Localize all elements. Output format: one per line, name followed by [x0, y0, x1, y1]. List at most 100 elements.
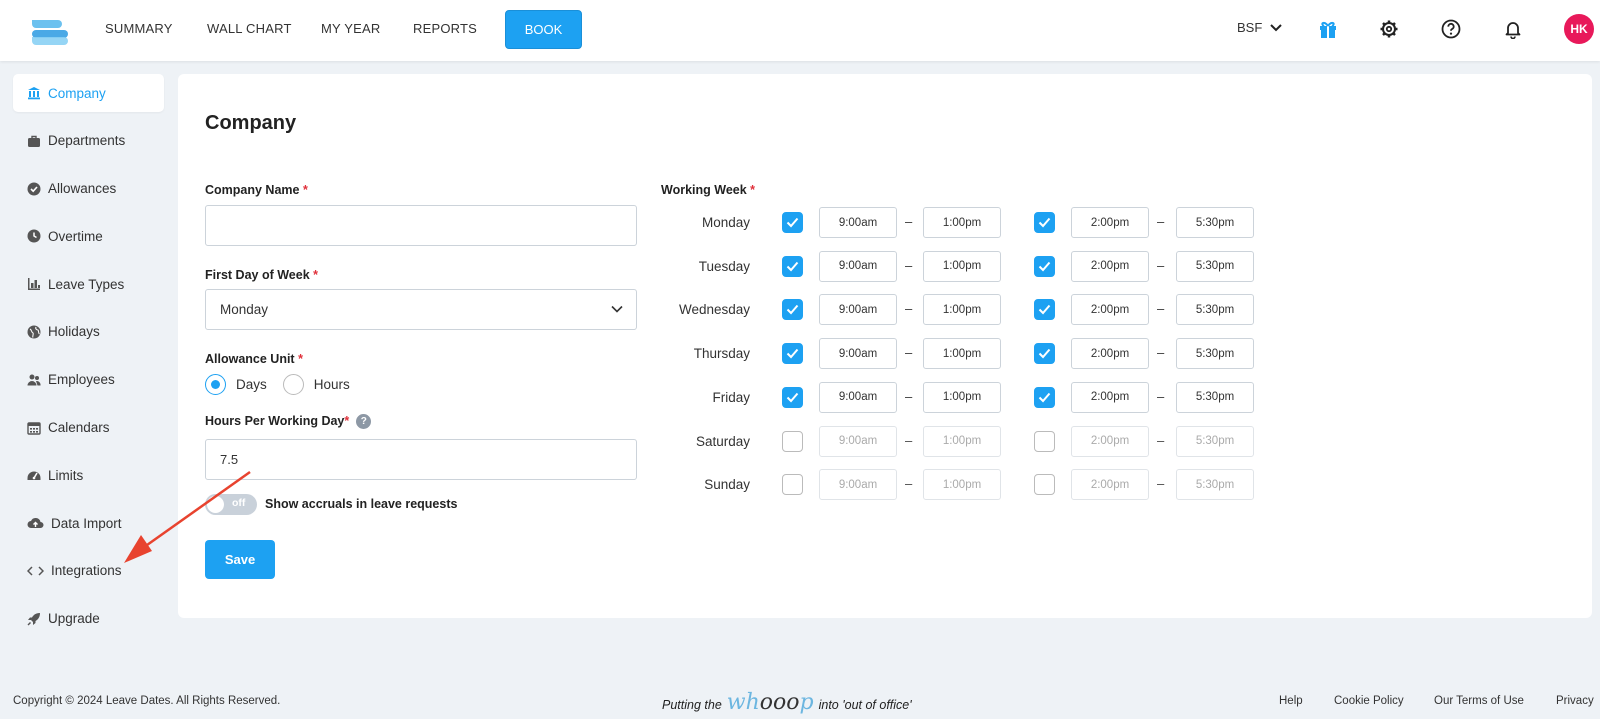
pm-enabled-checkbox[interactable]	[1034, 386, 1055, 408]
nav-wall-chart[interactable]: WALL CHART	[207, 21, 292, 36]
footer-link-privacy[interactable]: Privacy	[1556, 695, 1594, 707]
pm-end-time[interactable]: 5:30pm	[1176, 294, 1254, 326]
am-start-time[interactable]: 9:00am	[819, 250, 897, 282]
pm-enabled-checkbox[interactable]	[1034, 474, 1055, 496]
sidebar-item-calendars[interactable]: Calendars	[13, 409, 164, 447]
am-end-time[interactable]: 1:00pm	[923, 294, 1001, 326]
am-end-time[interactable]: 1:00pm	[923, 338, 1001, 370]
radio-hours[interactable]	[282, 374, 304, 395]
day-name: Wednesday	[678, 302, 750, 318]
time-separator: –	[905, 301, 913, 317]
pm-end-time[interactable]: 5:30pm	[1176, 207, 1254, 238]
toggle-state: off	[232, 497, 246, 509]
pm-enabled-checkbox[interactable]	[1034, 255, 1055, 277]
accruals-label: Show accruals in leave requests	[265, 497, 458, 511]
am-start-time[interactable]: 9:00am	[819, 294, 897, 326]
code-icon	[27, 564, 44, 578]
book-button[interactable]: BOOK	[505, 10, 582, 49]
pm-start-time[interactable]: 2:00pm	[1071, 294, 1149, 326]
question-icon[interactable]: ?	[356, 414, 372, 430]
sidebar-item-data-import[interactable]: Data Import	[13, 504, 164, 542]
am-start-time[interactable]: 9:00am	[819, 207, 897, 238]
gift-icon[interactable]	[1316, 17, 1340, 41]
sidebar-item-company[interactable]: Company	[13, 74, 164, 112]
working-day-row: Friday 9:00am –1:00pm 2:00pm –5:30pm	[658, 381, 1278, 413]
sidebar-item-departments[interactable]: Departments	[13, 122, 164, 160]
working-day-row: Saturday 9:00am –1:00pm 2:00pm –5:30pm	[658, 425, 1278, 457]
first-day-select[interactable]: Monday	[205, 289, 637, 330]
nav-my-year[interactable]: MY YEAR	[321, 21, 380, 36]
radio-days[interactable]	[205, 374, 226, 395]
avatar[interactable]: HK	[1564, 14, 1594, 44]
footer-link-terms[interactable]: Our Terms of Use	[1434, 695, 1524, 707]
am-end-time[interactable]: 1:00pm	[923, 469, 1001, 501]
pm-start-time[interactable]: 2:00pm	[1071, 250, 1149, 282]
time-separator: –	[1157, 388, 1165, 404]
working-day-row: Wednesday 9:00am –1:00pm 2:00pm –5:30pm	[658, 294, 1278, 326]
footer-link-cookie-policy[interactable]: Cookie Policy	[1334, 695, 1404, 707]
sidebar-item-allowances[interactable]: Allowances	[13, 170, 164, 208]
time-separator: –	[905, 257, 913, 273]
nav-reports[interactable]: REPORTS	[413, 21, 477, 36]
hours-per-day-input[interactable]	[205, 439, 637, 480]
am-enabled-checkbox[interactable]	[782, 386, 803, 408]
radio-days-label: Days	[236, 377, 267, 392]
sidebar-item-limits[interactable]: Limits	[13, 456, 164, 494]
am-end-time[interactable]: 1:00pm	[923, 207, 1001, 238]
sidebar-item-label: Upgrade	[48, 611, 100, 627]
am-enabled-checkbox[interactable]	[782, 255, 803, 277]
sidebar-item-overtime[interactable]: Overtime	[13, 217, 164, 255]
gear-icon[interactable]	[1377, 17, 1401, 41]
am-start-time[interactable]: 9:00am	[819, 381, 897, 413]
pm-end-time[interactable]: 5:30pm	[1176, 381, 1254, 413]
company-name-input[interactable]	[205, 205, 637, 246]
am-start-time[interactable]: 9:00am	[819, 338, 897, 370]
am-start-time[interactable]: 9:00am	[819, 425, 897, 457]
pm-end-time[interactable]: 5:30pm	[1176, 469, 1254, 501]
time-separator: –	[905, 388, 913, 404]
pm-start-time[interactable]: 2:00pm	[1071, 469, 1149, 501]
footer-link-help[interactable]: Help	[1279, 695, 1303, 707]
allowance-unit-radio-group: Days Hours	[205, 374, 350, 395]
pm-start-time[interactable]: 2:00pm	[1071, 425, 1149, 457]
pm-enabled-checkbox[interactable]	[1034, 299, 1055, 321]
sidebar-item-label: Employees	[48, 372, 115, 388]
am-end-time[interactable]: 1:00pm	[923, 250, 1001, 282]
sidebar-item-label: Integrations	[51, 563, 122, 579]
sidebar-item-label: Departments	[48, 133, 126, 149]
pm-end-time[interactable]: 5:30pm	[1176, 250, 1254, 282]
pm-start-time[interactable]: 2:00pm	[1071, 207, 1149, 238]
pm-enabled-checkbox[interactable]	[1034, 343, 1055, 365]
pm-end-time[interactable]: 5:30pm	[1176, 425, 1254, 457]
pm-enabled-checkbox[interactable]	[1034, 430, 1055, 452]
pm-enabled-checkbox[interactable]	[1034, 212, 1055, 233]
sidebar-item-label: Allowances	[48, 181, 117, 197]
sidebar-item-integrations[interactable]: Integrations	[13, 552, 164, 590]
am-enabled-checkbox[interactable]	[782, 474, 803, 496]
bell-icon[interactable]	[1501, 17, 1525, 41]
help-circle-icon[interactable]	[1439, 17, 1463, 41]
am-end-time[interactable]: 1:00pm	[923, 425, 1001, 457]
save-button[interactable]: Save	[205, 540, 275, 579]
sidebar-item-employees[interactable]: Employees	[13, 361, 164, 399]
pm-end-time[interactable]: 5:30pm	[1176, 338, 1254, 370]
sidebar-item-holidays[interactable]: Holidays	[13, 313, 164, 351]
am-start-time[interactable]: 9:00am	[819, 469, 897, 501]
nav-summary[interactable]: SUMMARY	[105, 21, 173, 36]
sidebar-item-upgrade[interactable]: Upgrade	[13, 600, 164, 638]
tagline-before: Putting the	[662, 698, 722, 712]
app-logo[interactable]	[28, 18, 70, 46]
time-separator: –	[905, 345, 913, 361]
time-separator: –	[1157, 257, 1165, 273]
sidebar-item-leave-types[interactable]: Leave Types	[13, 265, 164, 303]
am-enabled-checkbox[interactable]	[782, 343, 803, 365]
accruals-toggle[interactable]: off	[205, 494, 257, 515]
am-end-time[interactable]: 1:00pm	[923, 381, 1001, 413]
am-enabled-checkbox[interactable]	[782, 430, 803, 452]
pm-start-time[interactable]: 2:00pm	[1071, 338, 1149, 370]
am-enabled-checkbox[interactable]	[782, 299, 803, 321]
am-enabled-checkbox[interactable]	[782, 212, 803, 233]
cloud-upload-icon	[27, 516, 44, 530]
pm-start-time[interactable]: 2:00pm	[1071, 381, 1149, 413]
org-selector[interactable]: BSF	[1237, 20, 1283, 35]
